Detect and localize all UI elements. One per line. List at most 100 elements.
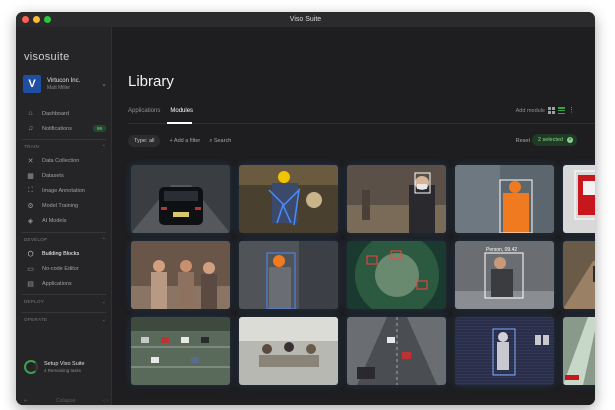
module-thumbnail-car[interactable] xyxy=(131,165,230,233)
chevron-up-icon: ⌃ xyxy=(101,237,106,242)
workspace-logo: V xyxy=(23,75,41,93)
detection-label: Person, 09.42 xyxy=(486,247,517,253)
search-label: Search xyxy=(213,137,232,144)
module-thumbnail-people-walking[interactable] xyxy=(131,241,230,309)
sidebar-item-label: Dashboard xyxy=(42,110,69,117)
training-icon: ⚙ xyxy=(27,202,34,210)
module-thumbnail-worker-pose[interactable] xyxy=(239,165,338,233)
annotation-icon: ⛶ xyxy=(28,186,33,194)
module-thumbnail-fisheye[interactable] xyxy=(347,241,446,309)
home-icon: ⌂ xyxy=(28,110,33,117)
selected-count-chip[interactable]: 2 selected × xyxy=(531,134,577,146)
apps-icon: ▤ xyxy=(27,280,34,288)
module-thumbnail-corridor[interactable] xyxy=(563,241,595,309)
module-thumbnail-face-mask[interactable] xyxy=(347,165,446,233)
minimize-window-button[interactable] xyxy=(33,16,40,23)
setup-title: Setup Viso Suite xyxy=(44,361,85,367)
module-thumbnail-rail[interactable] xyxy=(563,317,595,385)
main-content: Library Applications Modules Add module … xyxy=(112,27,595,405)
list-view-icon[interactable] xyxy=(558,107,565,114)
cube-icon: ⬡ xyxy=(27,250,34,258)
selected-count-label: 2 selected xyxy=(537,137,563,143)
divider xyxy=(22,294,106,295)
dataset-icon: ▦ xyxy=(27,172,34,180)
title-bar: Viso Suite xyxy=(16,12,595,27)
tab-bar: Applications Modules xyxy=(128,108,193,114)
sidebar-item-label: Model Training xyxy=(42,202,79,209)
sidebar-item-applications[interactable]: ▤ Applications xyxy=(26,278,106,289)
add-module-button[interactable]: Add module xyxy=(516,108,545,114)
setup-progress[interactable]: Setup Viso Suite 4 Remaining tasks xyxy=(24,360,108,374)
section-label: DEPLOY xyxy=(24,299,45,304)
tab-divider xyxy=(128,123,595,124)
clear-selection-icon[interactable]: × xyxy=(567,137,573,143)
collapse-sidebar-button[interactable]: ⇤ Collapse ‹ › xyxy=(24,398,108,404)
window-title: Viso Suite xyxy=(289,16,322,23)
divider xyxy=(22,232,106,233)
sidebar-item-label: Datasets xyxy=(42,172,64,179)
section-deploy[interactable]: DEPLOY ⌄ xyxy=(24,299,106,305)
chevron-down-icon: ⌄ xyxy=(101,317,106,322)
sidebar-item-model-training[interactable]: ⚙ Model Training xyxy=(26,200,106,211)
editor-icon: ▭ xyxy=(27,265,34,273)
workspace-user: Matt Miller xyxy=(47,84,71,91)
workspace-switcher[interactable]: V Virtucon Inc. Matt Miller ⌄ xyxy=(23,73,107,95)
sidebar-item-datasets[interactable]: ▦ Datasets xyxy=(26,170,106,181)
add-filter-button[interactable]: + Add a filter xyxy=(169,138,200,144)
app-window: Viso Suite visosuite V Virtucon Inc. Mat… xyxy=(16,12,595,405)
module-thumbnail-sign[interactable] xyxy=(563,165,595,233)
sidebar-item-no-code-editor[interactable]: ▭ No-code Editor xyxy=(26,263,106,274)
close-window-button[interactable] xyxy=(22,16,29,23)
section-develop[interactable]: DEVELOP ⌃ xyxy=(24,237,106,243)
workspace-name: Virtucon Inc. xyxy=(47,77,81,84)
grid-view-icon[interactable] xyxy=(548,107,555,114)
brand-logo: visosuite xyxy=(24,51,70,63)
sidebar-item-image-annotation[interactable]: ⛶ Image Annotation xyxy=(26,185,106,196)
sidebar-item-dashboard[interactable]: ⌂ Dashboard xyxy=(26,108,106,119)
progress-ring-icon xyxy=(24,360,38,374)
section-train[interactable]: TRAIN ⌃ xyxy=(24,144,106,150)
sidebar-item-label: Data Collection xyxy=(42,157,80,164)
section-label: OPERATE xyxy=(24,317,48,322)
sidebar-item-label: Building Blocks xyxy=(42,250,80,257)
more-options-icon[interactable]: ⋮ xyxy=(568,107,575,114)
module-thumbnail-office-meeting[interactable] xyxy=(239,317,338,385)
sidebar-item-label: Applications xyxy=(42,280,72,287)
search-button[interactable]: ⌕ Search xyxy=(209,138,231,145)
bell-icon: ♫ xyxy=(27,125,34,132)
tab-applications[interactable]: Applications xyxy=(128,108,160,114)
sidebar: visosuite V Virtucon Inc. Matt Miller ⌄ … xyxy=(16,27,112,405)
sidebar-item-ai-models[interactable]: ◈ AI Models xyxy=(26,215,106,226)
setup-subtitle: 4 Remaining tasks xyxy=(44,368,82,373)
sidebar-item-data-collection[interactable]: ✕ Data Collection xyxy=(26,155,106,166)
notification-badge: 99 xyxy=(92,125,106,132)
chevron-up-icon: ⌃ xyxy=(101,144,106,149)
page-title: Library xyxy=(128,73,174,90)
collapse-icon: ⇤ xyxy=(24,398,29,404)
collapse-label: Collapse xyxy=(56,398,76,404)
add-filter-label: Add a filter xyxy=(173,138,201,144)
model-icon: ◈ xyxy=(27,217,34,225)
module-thumbnail-pedestrian-detection[interactable] xyxy=(455,317,554,385)
module-thumbnail-highway[interactable] xyxy=(347,317,446,385)
section-operate[interactable]: OPERATE ⌄ xyxy=(24,317,106,323)
module-thumbnail-factory-worker[interactable] xyxy=(239,241,338,309)
sidebar-item-notifications[interactable]: ♫ Notifications 99 xyxy=(26,123,106,134)
arrows-icon: ‹ › xyxy=(103,398,108,404)
maximize-window-button[interactable] xyxy=(44,16,51,23)
view-toggle: ⋮ xyxy=(548,107,575,114)
collect-icon: ✕ xyxy=(27,157,34,165)
chevron-down-icon: ⌄ xyxy=(101,299,106,304)
reset-button[interactable]: Reset xyxy=(516,138,530,144)
sidebar-item-building-blocks[interactable]: ⬡ Building Blocks xyxy=(26,248,106,259)
sidebar-item-label: AI Models xyxy=(42,217,67,224)
type-filter-chip[interactable]: Type: all xyxy=(128,135,161,147)
sidebar-item-label: Image Annotation xyxy=(42,187,85,194)
tab-modules[interactable]: Modules xyxy=(170,108,193,114)
filter-bar: Type: all + Add a filter ⌕ Search xyxy=(128,135,231,147)
module-thumbnail-person-detection[interactable]: Person, 09.42 xyxy=(455,241,554,309)
chevron-down-icon: ⌄ xyxy=(101,81,107,88)
sidebar-item-label: Notifications xyxy=(42,125,72,132)
module-thumbnail-parking-lot[interactable] xyxy=(131,317,230,385)
module-thumbnail-worker-ppe[interactable] xyxy=(455,165,554,233)
